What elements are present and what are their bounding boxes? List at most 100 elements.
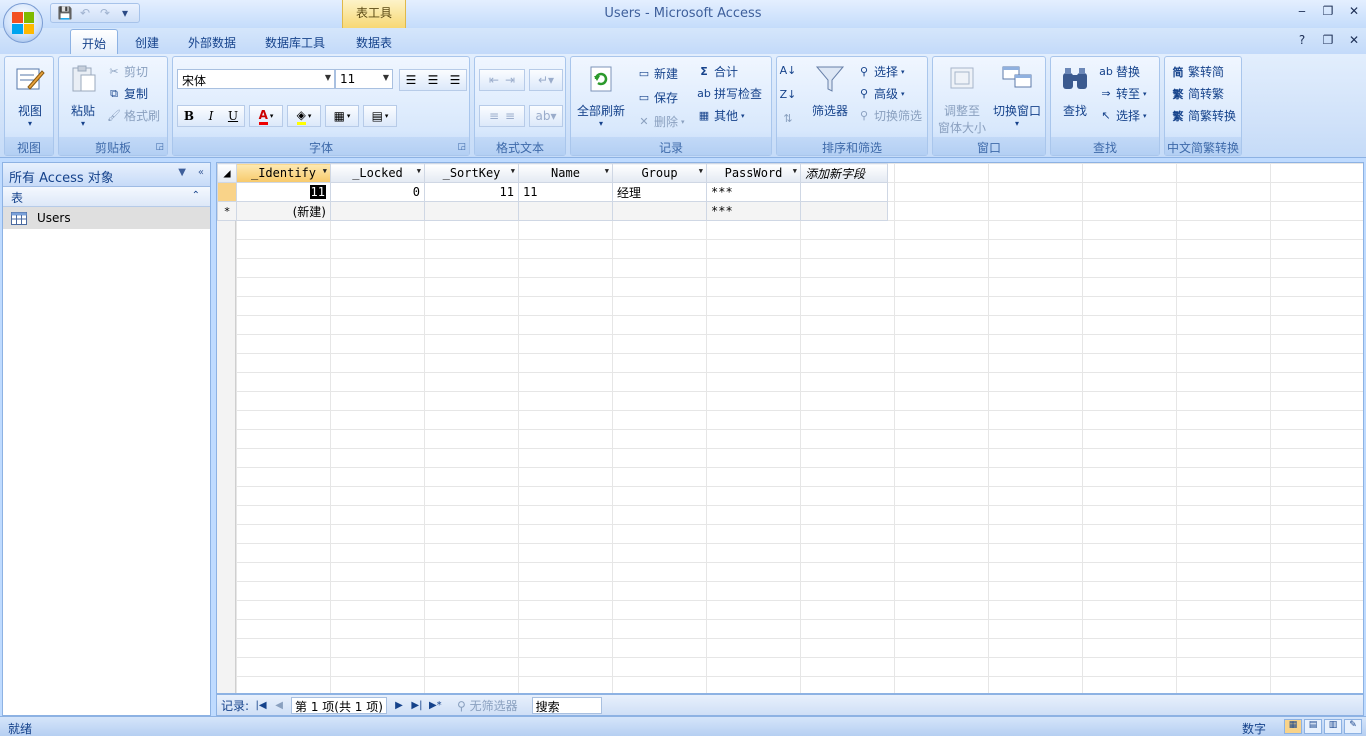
align-center-icon[interactable]: ☰ [422,73,444,87]
new-record-marker[interactable]: * [217,201,237,221]
indent-buttons[interactable]: ⇤ ⇥ [479,69,525,91]
no-filter-indicator[interactable]: ⚲ 无筛选器 [457,697,518,714]
cell-name[interactable] [518,201,613,221]
office-button[interactable] [3,3,43,43]
copy-button[interactable]: ⧉ 复制 [107,85,148,102]
chevron-down-icon[interactable]: ▼ [511,167,515,175]
cell-add-field[interactable] [800,182,888,202]
doc-restore-button[interactable]: ❐ [1320,33,1336,47]
font-launcher-icon[interactable]: ◲ [457,142,466,152]
nav-collapse-icon[interactable]: « [198,167,204,178]
cell-identify[interactable]: 11 [236,182,331,202]
paste-button[interactable]: 粘贴 ▾ [63,63,103,128]
refresh-all-button[interactable]: 全部刷新 ▾ [573,63,629,128]
nav-pane-header[interactable]: 所有 Access 对象 ▼ « [3,163,210,187]
new-record-nav-icon[interactable]: ▶* [429,700,442,711]
spelling-button[interactable]: ab 拼写检查 [697,85,762,102]
selection-filter-button[interactable]: ⚲ 选择 ▾ [857,63,905,80]
tab-datasheet[interactable]: 数据表 [344,29,404,54]
close-button[interactable]: ✕ [1346,4,1362,18]
cell-password[interactable]: *** [706,182,801,202]
record-selector[interactable] [217,182,237,202]
doc-close-button[interactable]: ✕ [1346,33,1362,47]
cell-locked[interactable]: 0 [330,182,425,202]
more-button[interactable]: ▦ 其他 ▾ [697,107,745,124]
tab-create[interactable]: 创建 [124,29,170,54]
advanced-filter-button[interactable]: ⚲ 高级 ▾ [857,85,905,102]
datasheet-view-icon[interactable]: ▦ [1284,719,1302,734]
italic-button[interactable]: I [200,109,222,123]
clear-sort-button[interactable]: ⇅ [781,111,795,125]
chevron-down-icon[interactable]: ▼ [605,167,609,175]
find-button[interactable]: 查找 [1055,63,1095,119]
column-header-sortkey[interactable]: _SortKey ▼ [424,163,519,183]
ltr-button[interactable]: ↵▾ [529,69,563,91]
sort-ascending-button[interactable]: A↓ [780,63,797,77]
filter-button[interactable]: 筛选器 [807,63,853,119]
tab-database-tools[interactable]: 数据库工具 [254,29,336,54]
new-record-label[interactable]: (新建) [236,201,331,221]
cell-password[interactable]: *** [706,201,801,221]
restore-button[interactable]: ❐ [1320,4,1336,18]
nav-item-users[interactable]: Users [3,207,210,229]
cell-locked[interactable] [330,201,425,221]
size-to-fit-button[interactable]: 调整至 窗体大小 [935,63,989,136]
view-button[interactable]: 视图 ▾ [11,63,49,128]
search-input[interactable]: 搜索 [531,696,602,714]
delete-record-button[interactable]: ✕ 删除 ▾ [637,113,684,130]
chevron-down-icon[interactable]: ▼ [323,167,327,175]
font-name-combo[interactable]: 宋体 ▼ [177,69,335,89]
column-header-locked[interactable]: _Locked ▼ [330,163,425,183]
pivot-chart-view-icon[interactable]: ▥ [1324,719,1342,734]
gridlines-button[interactable]: ▦ ▾ [325,105,359,127]
design-view-icon[interactable]: ✎ [1344,719,1362,734]
chevron-down-icon[interactable]: ▼ [417,167,421,175]
cell-sortkey[interactable]: 11 [424,182,519,202]
current-record-input[interactable]: 第 1 项(共 1 项) [291,696,387,714]
help-icon[interactable]: ? [1294,33,1310,47]
first-record-icon[interactable]: |◀ [255,700,267,711]
align-right-icon[interactable]: ☰ [444,73,466,87]
tab-home[interactable]: 开始 [70,29,118,54]
switch-windows-button[interactable]: 切换窗口 ▾ [989,63,1045,128]
tab-external-data[interactable]: 外部数据 [178,29,246,54]
simplified-to-traditional-button[interactable]: 繁简转繁 [1171,85,1225,102]
column-header-name[interactable]: Name ▼ [518,163,613,183]
totals-button[interactable]: Σ 合计 [697,63,738,80]
cell-add-field[interactable] [800,201,888,221]
column-header-group[interactable]: Group ▼ [612,163,707,183]
nav-menu-chevron-icon[interactable]: ▼ [178,167,186,178]
nav-group-tables[interactable]: 表 ⌃ [3,187,210,207]
chinese-convert-button[interactable]: 繁简繁转换 [1171,107,1237,124]
alt-fill-button[interactable]: ▤ ▾ [363,105,397,127]
last-record-icon[interactable]: ▶| [411,700,423,711]
chevron-down-icon[interactable]: ▼ [793,167,797,175]
prev-record-icon[interactable]: ◀ [273,700,285,711]
highlight-button[interactable]: ab▾ [529,105,563,127]
cell-sortkey[interactable] [424,201,519,221]
chevron-down-icon[interactable]: ▼ [699,167,703,175]
sort-descending-button[interactable]: Z↓ [780,87,797,101]
select-button[interactable]: ↖ 选择 ▾ [1099,107,1146,124]
column-header-identify[interactable]: _Identify ▼ [236,163,331,183]
traditional-to-simplified-button[interactable]: 简繁转简 [1171,63,1225,80]
select-all-corner[interactable]: ◢ [217,163,237,183]
next-record-icon[interactable]: ▶ [393,700,405,711]
save-record-button[interactable]: ▭ 保存 [637,89,678,106]
bold-button[interactable]: B [178,109,200,123]
fill-color-button[interactable]: ◈ ▾ [287,105,321,127]
cell-group[interactable] [612,201,707,221]
font-color-button[interactable]: A ▾ [249,105,283,127]
cell-name[interactable]: 11 [518,182,613,202]
cut-button[interactable]: ✂ 剪切 [107,63,148,80]
underline-button[interactable]: U [222,109,244,123]
goto-button[interactable]: ⇒ 转至 ▾ [1099,85,1146,102]
format-painter-button[interactable]: 🖌 格式刷 [107,107,160,124]
toggle-filter-button[interactable]: ⚲ 切换筛选 [857,107,922,124]
replace-button[interactable]: ab 替换 [1099,63,1140,80]
align-left-icon[interactable]: ☰ [400,73,422,87]
column-header-add-field[interactable]: 添加新字段 [800,163,888,183]
pivot-table-view-icon[interactable]: ▤ [1304,719,1322,734]
clipboard-launcher-icon[interactable]: ◲ [155,142,164,152]
column-header-password[interactable]: PassWord ▼ [706,163,801,183]
